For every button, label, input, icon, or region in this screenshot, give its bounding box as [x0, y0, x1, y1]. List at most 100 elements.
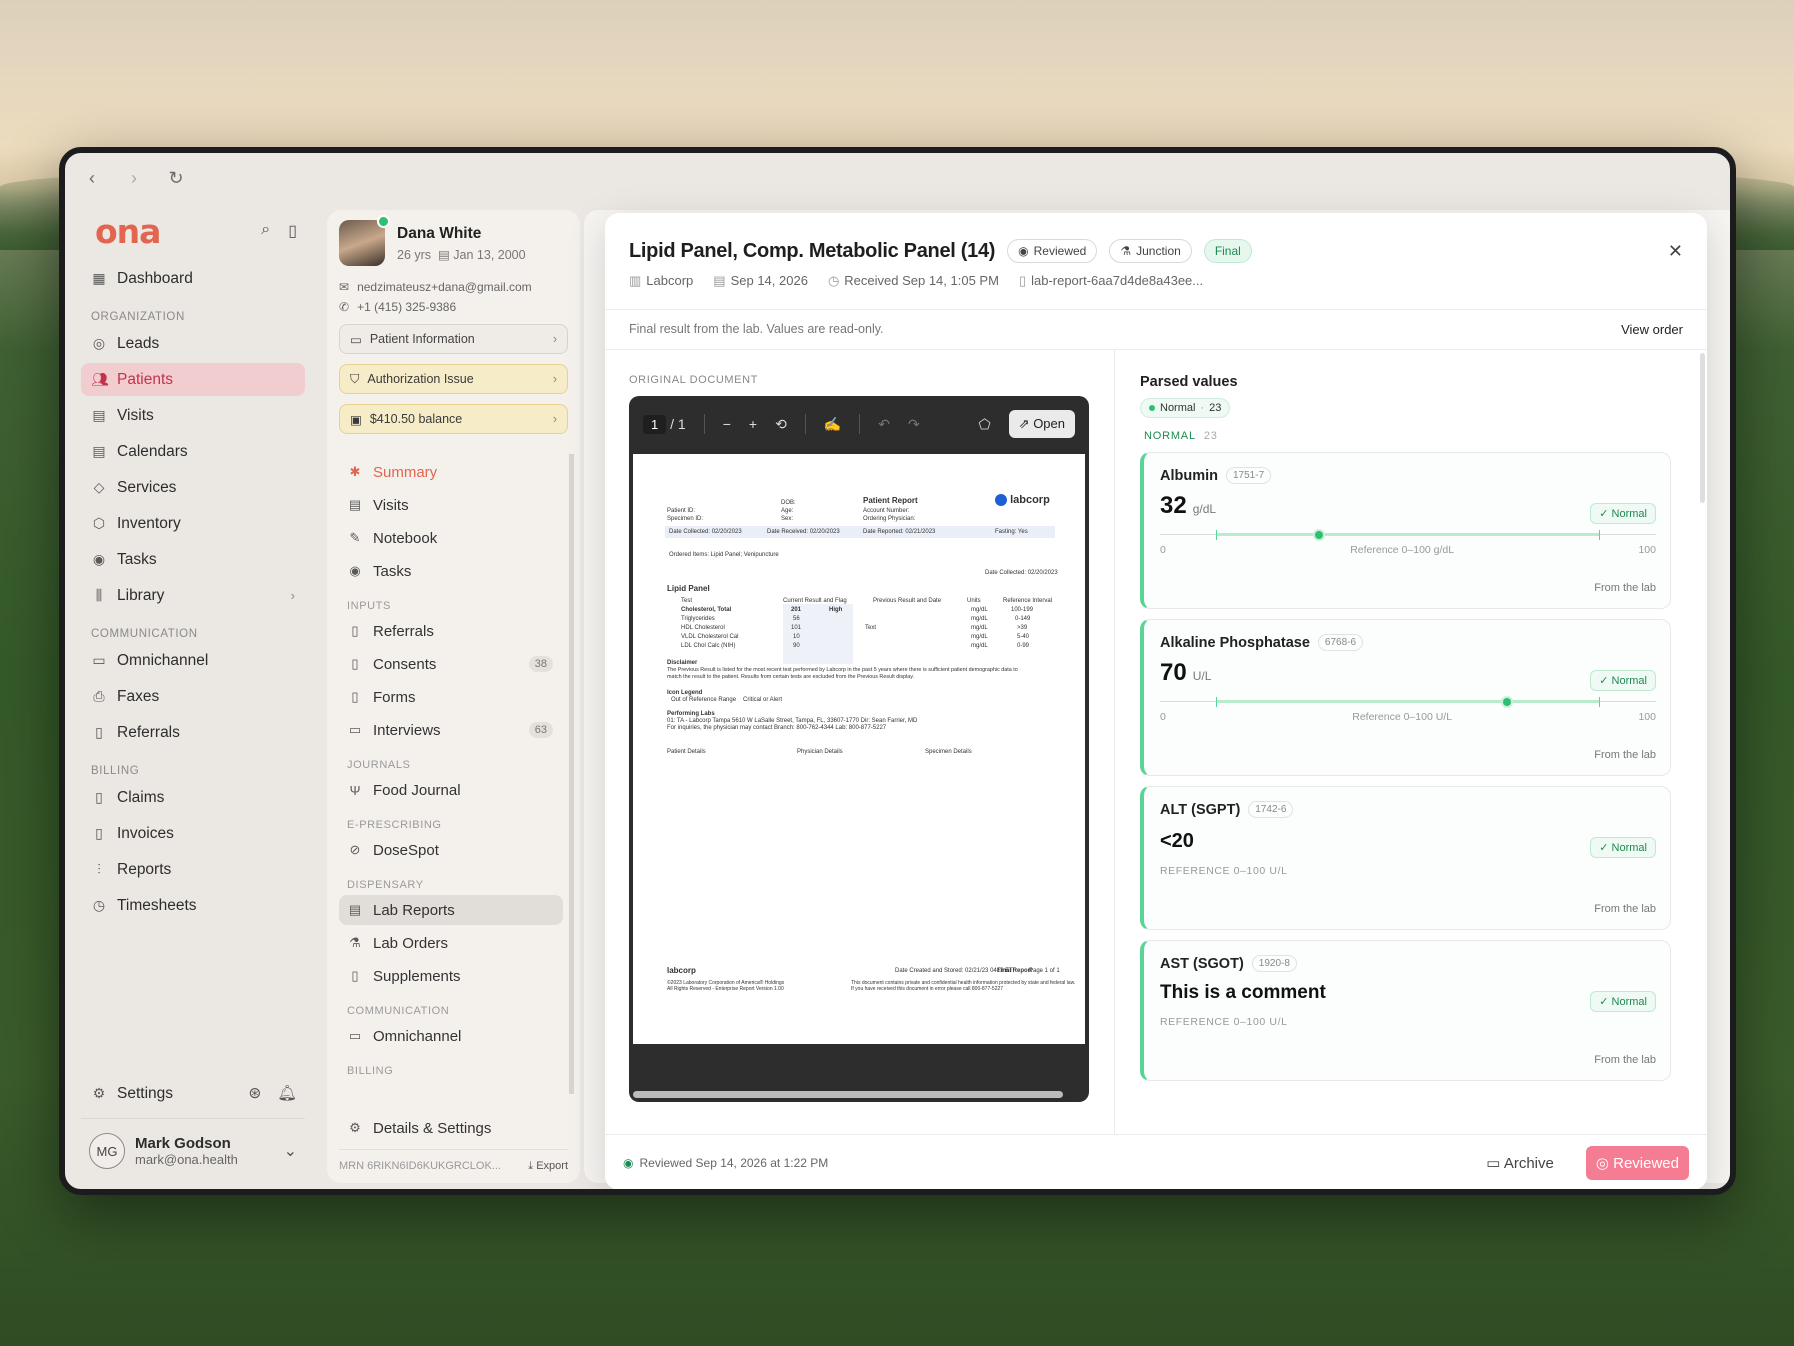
- view-order-link[interactable]: View order: [1621, 322, 1683, 337]
- page-input[interactable]: 1: [643, 415, 667, 434]
- sidebar-item-dashboard[interactable]: ▦ Dashboard: [81, 262, 305, 295]
- labcorp-logo: labcorp: [995, 494, 1050, 507]
- tab-interviews[interactable]: ▭ Interviews 63: [339, 715, 563, 745]
- zoom-in-icon[interactable]: +: [749, 416, 757, 432]
- link-icon: ⊘: [349, 842, 361, 857]
- source-badge: ⚗ Junction: [1109, 239, 1192, 263]
- patient-information-button[interactable]: ▭ Patient Information ›: [339, 324, 568, 354]
- sidebar-item-library[interactable]: ⫼ Library ›: [81, 579, 305, 612]
- status-badge: ✓ Normal: [1590, 503, 1656, 524]
- value-marker: [1501, 696, 1514, 708]
- tab-omnichannel[interactable]: ▭ Omnichannel: [339, 1021, 563, 1051]
- section-communication: COMMUNICATION: [347, 1005, 450, 1017]
- sidebar-item-referrals[interactable]: ▯ Referrals: [81, 716, 305, 749]
- online-status-icon: [377, 215, 390, 228]
- sidebar-item-faxes[interactable]: ⎙ Faxes: [81, 680, 305, 713]
- patient-name: Dana White: [397, 224, 482, 242]
- tab-consents[interactable]: ▯ Consents 38: [339, 649, 563, 679]
- tab-visits[interactable]: ▤ Visits: [339, 490, 563, 520]
- sidebar-item-omnichannel[interactable]: ▭ Omnichannel: [81, 644, 305, 677]
- archive-icon: ▭: [1486, 1154, 1501, 1172]
- balance-button[interactable]: ▣ $410.50 balance ›: [339, 404, 568, 434]
- notebook-icon: ✎: [349, 530, 361, 545]
- help-icon[interactable]: ⊛: [248, 1084, 261, 1103]
- back-icon[interactable]: ‹: [83, 168, 101, 189]
- tab-notebook[interactable]: ✎ Notebook: [339, 523, 563, 553]
- value-card-ast: AST (SGOT) 1920-8 This is a comment ✓ Nor…: [1140, 940, 1671, 1081]
- sidebar-item-invoices[interactable]: ▯ Invoices: [81, 817, 305, 850]
- pdf-page: Patient Report labcorp Patient ID: Speci…: [633, 454, 1085, 1044]
- chat-icon: ▭: [348, 1028, 362, 1043]
- value-card-alt: ALT (SGPT) 1742-6 <20 ✓ Normal REFERENCE …: [1140, 786, 1671, 930]
- close-icon[interactable]: ✕: [1668, 241, 1683, 262]
- bell-icon[interactable]: 🔔︎: [277, 1084, 297, 1103]
- tab-lab-reports[interactable]: ▤ Lab Reports: [339, 895, 563, 925]
- sidebar-item-patients[interactable]: 👥︎ Patients: [81, 363, 305, 396]
- check-circle-icon: ◉: [623, 1155, 634, 1170]
- patient-phone[interactable]: +1 (415) 325-9386: [357, 300, 456, 314]
- viewer-scrollbar[interactable]: [633, 1091, 1063, 1098]
- annotate-icon[interactable]: ✍: [824, 416, 841, 433]
- search-icon[interactable]: ⌕: [261, 221, 270, 241]
- lab-name: ▥ Labcorp: [629, 273, 694, 288]
- sidebar-item-tasks[interactable]: ◉ Tasks: [81, 543, 305, 576]
- undo-icon[interactable]: ↶: [878, 416, 890, 433]
- sidebar-item-services[interactable]: ◇ Services: [81, 471, 305, 504]
- user-menu[interactable]: MG Mark Godson mark@ona.health ⌄: [81, 1118, 305, 1189]
- reload-icon[interactable]: ↻: [167, 168, 185, 189]
- normal-group-label: NORMAL 23: [1144, 430, 1218, 442]
- tab-lab-orders[interactable]: ⚗ Lab Orders: [339, 928, 563, 958]
- normal-filter-chip[interactable]: Normal · 23: [1140, 398, 1231, 418]
- main-sidebar: ona ⌕ ▯ ▦ Dashboard ORGANIZATION ◎ Leads 👥…: [65, 203, 321, 1189]
- dashboard-icon: ▦: [92, 270, 106, 286]
- box-icon: ⬡: [92, 515, 106, 531]
- reviewed-button[interactable]: ◎ Reviewed: [1585, 1145, 1689, 1180]
- forward-icon[interactable]: ›: [125, 168, 143, 189]
- report-title: Patient Report: [863, 496, 918, 505]
- sidebar-item-settings[interactable]: ⚙ Settings ⊛ 🔔︎: [81, 1077, 305, 1110]
- values-scrollbar[interactable]: [1700, 353, 1705, 503]
- sidebar-item-inventory[interactable]: ⬡ Inventory: [81, 507, 305, 540]
- calendar-icon: ▤: [92, 407, 106, 423]
- tab-supplements[interactable]: ▯ Supplements: [339, 961, 563, 991]
- details-settings-button[interactable]: ⚙ Details & Settings: [339, 1113, 568, 1143]
- sidebar-toggle-icon[interactable]: ▯: [288, 221, 297, 241]
- browser-toolbar: ‹ › ↻: [65, 153, 1730, 203]
- target-icon: ◎: [92, 335, 106, 351]
- user-gear-icon: ⚙: [349, 1120, 361, 1135]
- sidebar-item-claims[interactable]: ▯ Claims: [81, 781, 305, 814]
- export-button[interactable]: ⤓ Export: [528, 1160, 568, 1173]
- tab-tasks[interactable]: ◉ Tasks: [339, 556, 563, 586]
- authorization-issue-button[interactable]: ⛉ Authorization Issue ›: [339, 364, 568, 394]
- users-icon: 👥︎: [91, 371, 109, 387]
- patient-dob: Jan 13, 2000: [453, 247, 526, 262]
- chevron-down-icon[interactable]: ⌄: [284, 1141, 297, 1161]
- open-button[interactable]: ⇗ Open: [1008, 410, 1075, 438]
- tab-forms[interactable]: ▯ Forms: [339, 682, 563, 712]
- zoom-out-icon[interactable]: −: [723, 416, 731, 432]
- lab-report-modal: Lipid Panel, Comp. Metabolic Panel (14) …: [605, 213, 1707, 1189]
- chevron-right-icon: ›: [290, 588, 295, 603]
- sidebar-item-leads[interactable]: ◎ Leads: [81, 327, 305, 360]
- printer-icon: ⎙: [93, 688, 105, 704]
- tab-referrals[interactable]: ▯ Referrals: [339, 616, 563, 646]
- add-shape-icon[interactable]: ⬠: [978, 416, 990, 433]
- chat-icon: ▭: [348, 722, 362, 737]
- redo-icon[interactable]: ↷: [908, 416, 920, 433]
- rotate-icon[interactable]: ⟲: [775, 416, 787, 433]
- sidebar-item-reports[interactable]: ⫶ Reports: [81, 853, 305, 886]
- tab-summary[interactable]: ✱ Summary: [339, 457, 563, 487]
- chevron-right-icon: ›: [552, 412, 557, 426]
- sidebar-item-calendars[interactable]: ▤ Calendars: [81, 435, 305, 468]
- sidebar-item-timesheets[interactable]: ◷ Timesheets: [81, 889, 305, 922]
- tab-food-journal[interactable]: Ψ Food Journal: [339, 775, 563, 805]
- archive-button[interactable]: ▭ Archive: [1486, 1154, 1554, 1172]
- patient-email[interactable]: nedzimateusz+dana@gmail.com: [357, 280, 532, 294]
- sidebar-item-visits[interactable]: ▤ Visits: [81, 399, 305, 432]
- id-card-icon: ▭: [350, 332, 362, 347]
- file-name[interactable]: ▯ lab-report-6aa7d4de8a43ee...: [1019, 273, 1203, 289]
- tab-dosespot[interactable]: ⊘ DoseSpot: [339, 835, 563, 865]
- app-logo[interactable]: ona: [95, 212, 161, 251]
- section-dispensary: DISPENSARY: [347, 879, 424, 891]
- library-icon: ⫼: [95, 587, 103, 603]
